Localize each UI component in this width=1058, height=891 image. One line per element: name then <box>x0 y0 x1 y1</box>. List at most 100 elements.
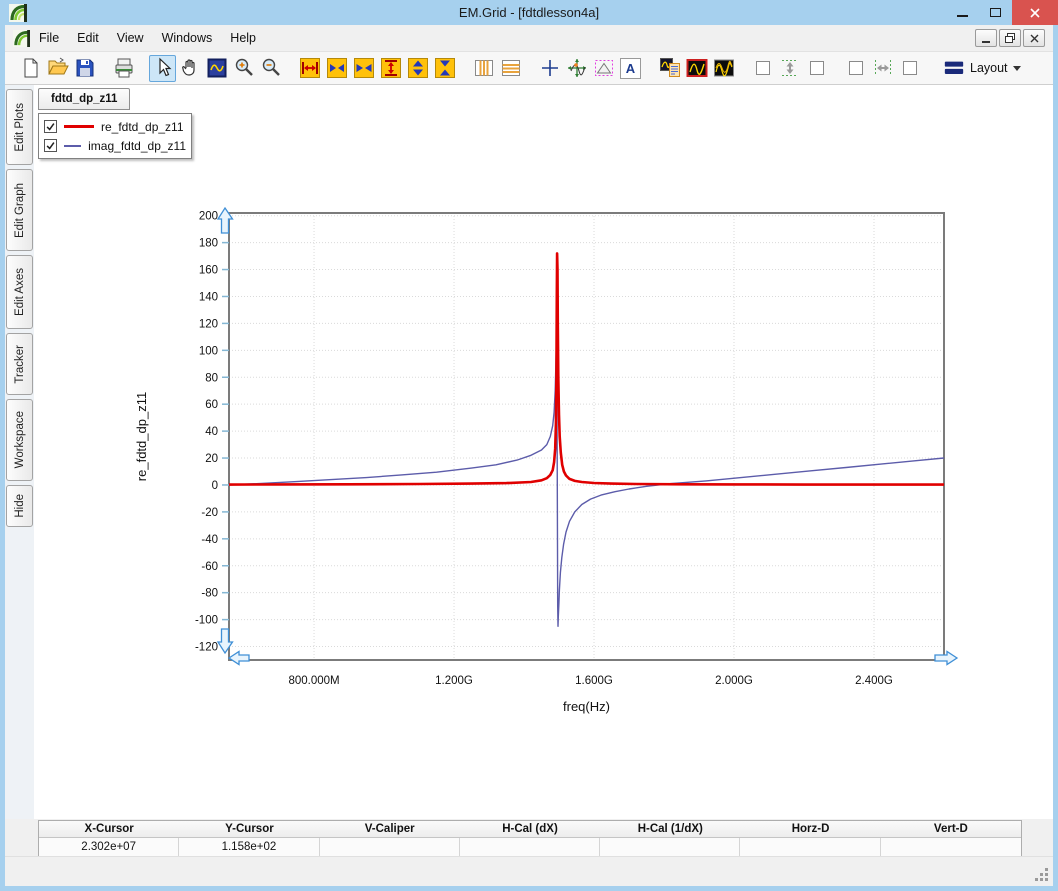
vertical-fit-left-checkbox[interactable] <box>749 55 776 82</box>
y-full-scale-button[interactable] <box>377 55 404 82</box>
sidebar-item-edit-plots[interactable]: Edit Plots <box>6 89 33 165</box>
mdi-restore-button[interactable] <box>999 29 1021 47</box>
checkbox-icon <box>810 61 824 75</box>
mdi-close-button[interactable] <box>1023 29 1045 47</box>
plot-tab[interactable]: fdtd_dp_z11 <box>38 88 130 110</box>
x-full-scale-button[interactable] <box>296 55 323 82</box>
caliper-triangle-button[interactable] <box>590 55 617 82</box>
x-full-scale-icon <box>298 56 322 80</box>
minimize-icon <box>957 15 968 17</box>
svg-text:1.200G: 1.200G <box>435 675 473 687</box>
svg-text:80: 80 <box>205 372 218 384</box>
vertical-fit-button[interactable] <box>776 55 803 82</box>
x-expand-button[interactable] <box>323 55 350 82</box>
sidebar-item-tracker[interactable]: Tracker <box>6 333 33 395</box>
layout-dropdown[interactable]: Layout <box>937 54 1027 82</box>
col-vert-d: Vert-D <box>881 821 1021 838</box>
maximize-button[interactable] <box>979 0 1012 25</box>
multi-plot-button[interactable] <box>710 55 737 82</box>
pan-button[interactable] <box>176 55 203 82</box>
x-compress-button[interactable] <box>350 55 377 82</box>
vertical-grid-button[interactable] <box>470 55 497 82</box>
menu-windows[interactable]: Windows <box>153 27 222 49</box>
col-v-caliper: V-Caliper <box>320 821 460 838</box>
select-cursor-button[interactable] <box>149 55 176 82</box>
close-button[interactable] <box>1012 0 1058 25</box>
legend-checkbox-real[interactable] <box>44 120 57 133</box>
legend-checkbox-imag[interactable] <box>44 139 57 152</box>
col-h-cal-1dx: H-Cal (1/dX) <box>600 821 740 838</box>
horizontal-grid-button[interactable] <box>497 55 524 82</box>
save-button[interactable] <box>71 55 98 82</box>
new-document-button[interactable] <box>17 55 44 82</box>
sidebar-item-hide[interactable]: Hide <box>6 485 33 527</box>
text-annotation-button[interactable]: A <box>617 55 644 82</box>
sidebar-item-edit-graph[interactable]: Edit Graph <box>6 169 33 251</box>
y-compress-button[interactable] <box>431 55 458 82</box>
menu-help[interactable]: Help <box>221 27 265 49</box>
print-button[interactable] <box>110 55 137 82</box>
menu-view[interactable]: View <box>108 27 153 49</box>
y-full-scale-icon <box>379 56 403 80</box>
zoom-in-button[interactable] <box>230 55 257 82</box>
x-expand-icon <box>325 56 349 80</box>
svg-text:140: 140 <box>199 291 218 303</box>
y-expand-icon <box>406 56 430 80</box>
zoom-out-button[interactable] <box>257 55 284 82</box>
sidebar-item-workspace[interactable]: Workspace <box>6 399 33 481</box>
axes-tracker-button[interactable] <box>563 55 590 82</box>
y-expand-button[interactable] <box>404 55 431 82</box>
col-y-cursor: Y-Cursor <box>179 821 319 838</box>
axes-tracker-icon <box>565 56 589 80</box>
impedance-chart[interactable]: 200180160140120100806040200-20-40-60-80-… <box>34 181 1049 781</box>
svg-text:-120: -120 <box>195 642 218 654</box>
value-horz-d <box>740 838 880 856</box>
menu-file[interactable]: File <box>30 27 68 49</box>
resize-grip[interactable] <box>1035 868 1049 882</box>
checkbox-icon <box>903 61 917 75</box>
side-tab-strip: Edit Plots Edit Graph Edit Axes Tracker … <box>5 85 34 819</box>
value-h-cal-dx <box>460 838 600 856</box>
plot-notes-icon <box>658 56 682 80</box>
zoom-region-icon <box>205 56 229 80</box>
crosshair-button[interactable] <box>536 55 563 82</box>
save-floppy-icon <box>73 56 97 80</box>
x-compress-icon <box>352 56 376 80</box>
crosshair-icon <box>538 56 562 80</box>
mdi-minimize-button[interactable] <box>975 29 997 47</box>
vertical-fit-right-checkbox[interactable] <box>803 55 830 82</box>
svg-text:-20: -20 <box>201 507 218 519</box>
cursor-table: X-Cursor Y-Cursor V-Caliper H-Cal (dX) H… <box>38 820 1022 857</box>
zoom-region-button[interactable] <box>203 55 230 82</box>
svg-text:800.000M: 800.000M <box>288 675 339 687</box>
svg-text:2.400G: 2.400G <box>855 675 893 687</box>
horizontal-fit-left-checkbox[interactable] <box>842 55 869 82</box>
horizontal-fit-right-checkbox[interactable] <box>896 55 923 82</box>
legend-label-real: re_fdtd_dp_z11 <box>101 120 184 134</box>
horizontal-grid-icon <box>499 56 523 80</box>
mdi-close-icon <box>1030 34 1039 43</box>
chevron-down-icon <box>1013 66 1021 71</box>
checkbox-icon <box>756 61 770 75</box>
plot-notes-button[interactable] <box>656 55 683 82</box>
value-x-cursor: 2.302e+07 <box>39 838 179 856</box>
plot-canvas[interactable]: 200180160140120100806040200-20-40-60-80-… <box>34 181 1049 781</box>
vertical-fit-icon <box>778 56 802 80</box>
menu-edit[interactable]: Edit <box>68 27 108 49</box>
value-h-cal-1dx <box>600 838 740 856</box>
sidebar-item-edit-axes[interactable]: Edit Axes <box>6 255 33 329</box>
horizontal-fit-button[interactable] <box>869 55 896 82</box>
svg-text:re_fdtd_dp_z11: re_fdtd_dp_z11 <box>134 392 149 481</box>
single-plot-button[interactable] <box>683 55 710 82</box>
open-file-button[interactable] <box>44 55 71 82</box>
legend-line-real <box>64 125 94 128</box>
svg-text:2.000G: 2.000G <box>715 675 753 687</box>
multi-plot-icon <box>712 56 736 80</box>
svg-text:60: 60 <box>205 399 218 411</box>
svg-text:100: 100 <box>199 345 218 357</box>
svg-text:160: 160 <box>199 265 218 277</box>
y-compress-icon <box>433 56 457 80</box>
check-icon <box>45 121 56 132</box>
minimize-button[interactable] <box>946 0 979 25</box>
col-x-cursor: X-Cursor <box>39 821 179 838</box>
